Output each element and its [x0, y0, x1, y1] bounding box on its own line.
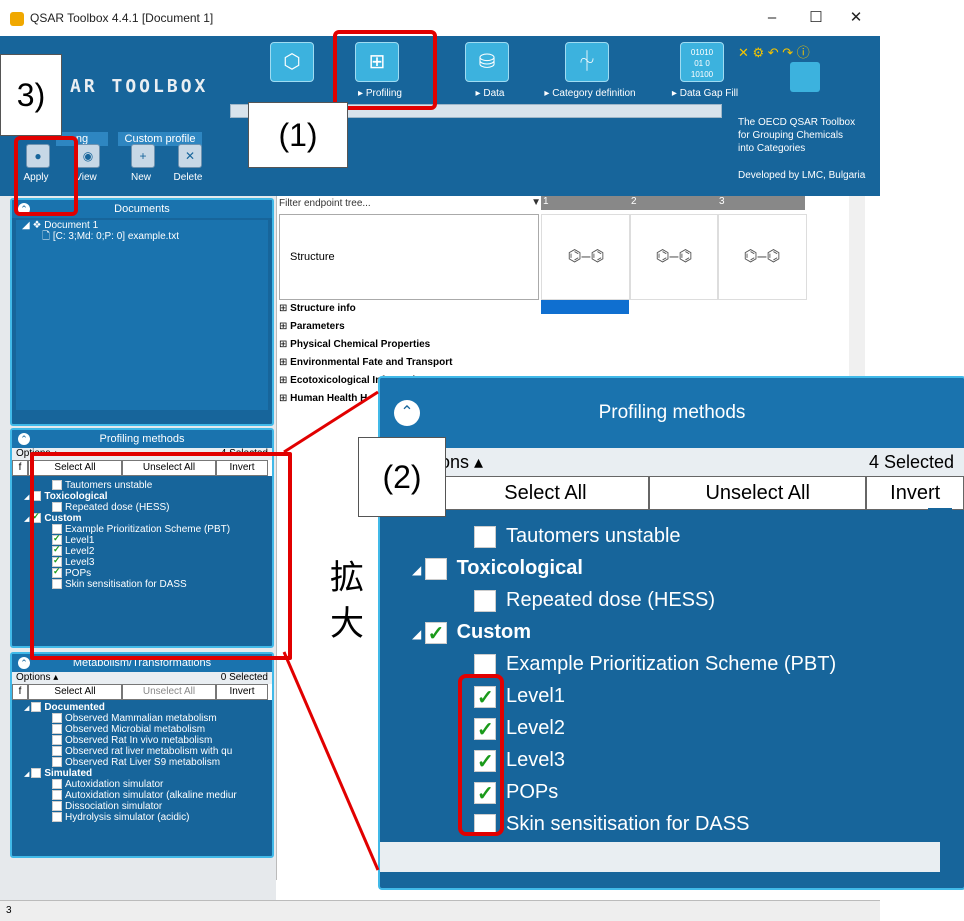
- connector-line-bottom: [282, 651, 380, 871]
- connector-line-top: [283, 390, 379, 454]
- zoom-connector-lines: [282, 390, 380, 871]
